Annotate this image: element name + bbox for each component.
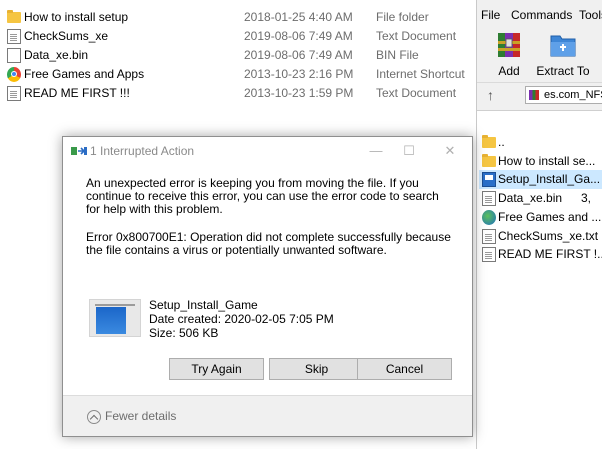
maximize-icon[interactable]: ☐	[393, 140, 425, 162]
file-name: CheckSums_xe	[24, 29, 109, 43]
text-document-icon	[7, 86, 21, 101]
file-row[interactable]: Free Games and Apps 2013-10-23 2:16 PM I…	[0, 65, 476, 84]
folder-icon	[7, 10, 21, 23]
thumbnail-bar	[95, 304, 135, 306]
list-item-name: Free Games and ...	[498, 210, 602, 224]
address-bar: ↑ es.com_NFS	[477, 82, 602, 108]
text-document-icon	[7, 29, 21, 44]
file-name: How to install setup	[24, 10, 129, 24]
file-row[interactable]: READ ME FIRST !!! 2013-10-23 1:59 PM Tex…	[0, 84, 476, 103]
fewer-details-button[interactable]: Fewer details	[87, 406, 176, 426]
internet-shortcut-icon	[7, 67, 21, 82]
file-date: 2019-08-06 7:49 AM	[244, 29, 353, 43]
file-date: 2018-01-25 4:40 AM	[244, 10, 353, 24]
file-name: READ ME FIRST !!!	[24, 86, 130, 100]
list-item[interactable]: How to install se...	[479, 152, 602, 171]
error-code-text: Error 0x800700E1: Operation did not comp…	[86, 230, 451, 257]
add-button-label: Add	[498, 64, 520, 78]
bin-file-icon	[7, 48, 21, 63]
chevron-up-icon	[87, 409, 101, 424]
list-item[interactable]: Data_xe.bin 3,	[479, 189, 602, 208]
file-date: 2013-10-23 2:16 PM	[244, 67, 354, 81]
file-type: Text Document	[376, 86, 457, 100]
interrupted-action-dialog: 1 Interrupted Action — ☐ ✕ An unexpected…	[62, 136, 473, 437]
file-row[interactable]: How to install setup 2018-01-25 4:40 AM …	[0, 8, 476, 27]
file-date: 2013-10-23 1:59 PM	[244, 86, 354, 100]
add-button[interactable]: Add	[481, 30, 537, 80]
list-item-name: CheckSums_xe.txt	[498, 229, 599, 243]
dialog-footer: Fewer details	[63, 396, 472, 436]
list-item[interactable]: READ ME FIRST !...	[479, 245, 602, 264]
file-date-created: Date created: 2020-02-05 7:05 PM	[149, 312, 334, 326]
fewer-details-label: Fewer details	[105, 409, 177, 423]
extract-to-button[interactable]: Extract To	[535, 30, 591, 80]
list-item-selected[interactable]: Setup_Install_Ga...	[479, 170, 602, 189]
winrar-archive-icon	[498, 33, 520, 57]
text-document-icon	[482, 229, 496, 244]
file-type: File folder	[376, 10, 429, 24]
file-date: 2019-08-06 7:49 AM	[244, 48, 353, 62]
file-size: Size: 506 KB	[149, 326, 219, 340]
menu-tools[interactable]: Tools	[579, 8, 602, 22]
file-type: Text Document	[376, 29, 457, 43]
cancel-button[interactable]: Cancel	[357, 358, 452, 380]
winrar-archive-icon	[529, 90, 539, 100]
text-document-icon	[482, 247, 496, 262]
error-message: An unexpected error is keeping you from …	[86, 176, 439, 216]
list-item-size: 3,	[581, 191, 592, 205]
up-arrow-icon[interactable]: ↑	[487, 87, 494, 103]
menu-commands[interactable]: Commands	[511, 8, 572, 22]
folder-icon	[482, 135, 496, 148]
file-type: Internet Shortcut	[376, 67, 465, 81]
list-item[interactable]: Free Games and ...	[479, 208, 602, 227]
list-item-name: Data_xe.bin	[498, 191, 563, 205]
file-name: Free Games and Apps	[24, 67, 145, 81]
globe-icon	[482, 210, 496, 225]
list-item-name: How to install se...	[498, 154, 596, 168]
address-text: es.com_NFS	[544, 89, 602, 101]
file-type: BIN File	[376, 48, 419, 62]
winrar-window: File Commands Tools Add Extract To ↑ es.…	[476, 0, 602, 449]
minimize-icon[interactable]: —	[360, 140, 392, 162]
file-name: Setup_Install_Game	[149, 298, 258, 312]
file-row[interactable]: Data_xe.bin 2019-08-06 7:49 AM BIN File	[0, 46, 476, 65]
archive-file-list: .. How to install se... Setup_Install_Ga…	[477, 110, 602, 449]
menu-file[interactable]: File	[481, 8, 500, 22]
address-field[interactable]: es.com_NFS	[525, 86, 602, 104]
file-row[interactable]: CheckSums_xe 2019-08-06 7:49 AM Text Doc…	[0, 27, 476, 46]
list-item[interactable]: CheckSums_xe.txt	[479, 227, 602, 246]
list-item-name: ..	[498, 135, 505, 149]
file-thumbnail	[89, 299, 141, 337]
bin-file-icon	[482, 191, 496, 206]
exe-icon	[482, 172, 496, 187]
file-move-icon	[71, 147, 87, 155]
dialog-title: 1 Interrupted Action	[90, 144, 195, 158]
list-item[interactable]: ..	[479, 133, 602, 152]
try-again-button[interactable]: Try Again	[169, 358, 264, 380]
dialog-title-bar[interactable]: 1 Interrupted Action — ☐ ✕	[63, 137, 472, 166]
file-name: Data_xe.bin	[24, 48, 89, 62]
extract-folder-icon	[550, 35, 576, 57]
close-icon[interactable]: ✕	[434, 140, 466, 162]
folder-icon	[482, 154, 496, 167]
extract-to-button-label: Extract To	[536, 64, 590, 78]
thumbnail-screen	[96, 307, 126, 334]
skip-button[interactable]: Skip	[269, 358, 364, 380]
list-item-name: Setup_Install_Ga...	[498, 172, 601, 186]
list-item-name: READ ME FIRST !...	[498, 247, 602, 261]
